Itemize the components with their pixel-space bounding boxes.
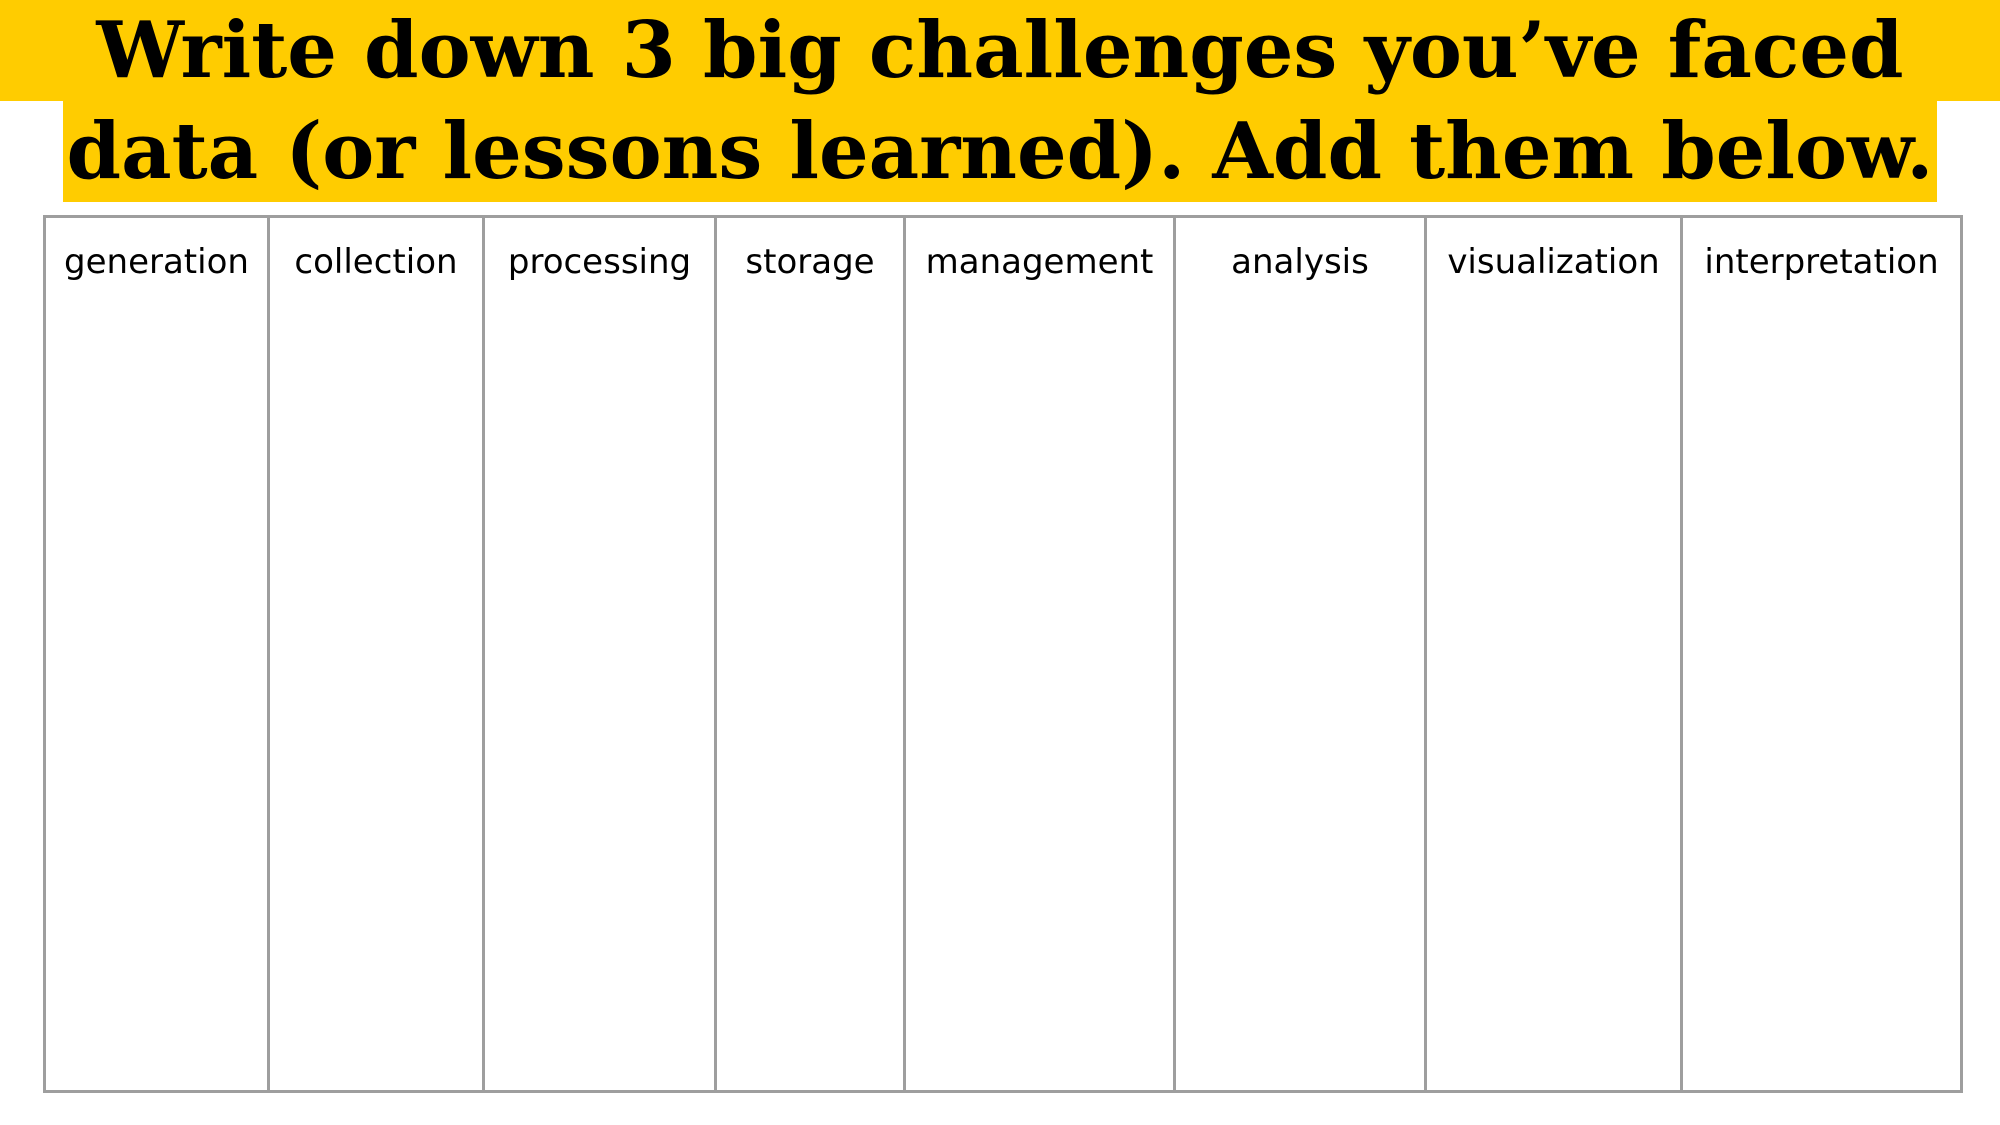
column-drop-area[interactable] xyxy=(906,282,1173,1090)
column-storage[interactable]: storage xyxy=(717,218,906,1090)
column-drop-area[interactable] xyxy=(1683,282,1960,1090)
column-header: storage xyxy=(745,242,875,282)
column-header: generation xyxy=(64,242,249,282)
column-collection[interactable]: collection xyxy=(270,218,485,1090)
slide: Write down 3 big challenges you’ve faced… xyxy=(0,0,2000,1125)
column-header: collection xyxy=(294,242,458,282)
column-generation[interactable]: generation xyxy=(46,218,270,1090)
column-drop-area[interactable] xyxy=(46,282,267,1090)
column-drop-area[interactable] xyxy=(485,282,714,1090)
column-header: management xyxy=(925,242,1154,282)
column-drop-area[interactable] xyxy=(717,282,903,1090)
column-visualization[interactable]: visualization xyxy=(1427,218,1683,1090)
column-header: visualization xyxy=(1447,242,1660,282)
column-interpretation[interactable]: interpretation xyxy=(1683,218,1960,1090)
column-header: interpretation xyxy=(1704,242,1939,282)
slide-title: Write down 3 big challenges you’ve faced… xyxy=(0,0,2000,202)
title-highlight-1: Write down 3 big challenges you’ve faced… xyxy=(0,0,2000,197)
title-line-2: data (or lessons learned). Add them belo… xyxy=(0,101,2000,202)
column-processing[interactable]: processing xyxy=(485,218,717,1090)
title-highlight-2: data (or lessons learned). Add them belo… xyxy=(62,101,1938,202)
column-drop-area[interactable] xyxy=(1176,282,1424,1090)
title-line-1: Write down 3 big challenges you’ve faced… xyxy=(0,0,2000,197)
column-drop-area[interactable] xyxy=(270,282,482,1090)
column-management[interactable]: management xyxy=(906,218,1176,1090)
challenge-board: generation collection processing storage… xyxy=(43,215,1963,1093)
column-header: analysis xyxy=(1231,242,1369,282)
column-analysis[interactable]: analysis xyxy=(1176,218,1427,1090)
column-header: processing xyxy=(507,242,692,282)
column-drop-area[interactable] xyxy=(1427,282,1680,1090)
